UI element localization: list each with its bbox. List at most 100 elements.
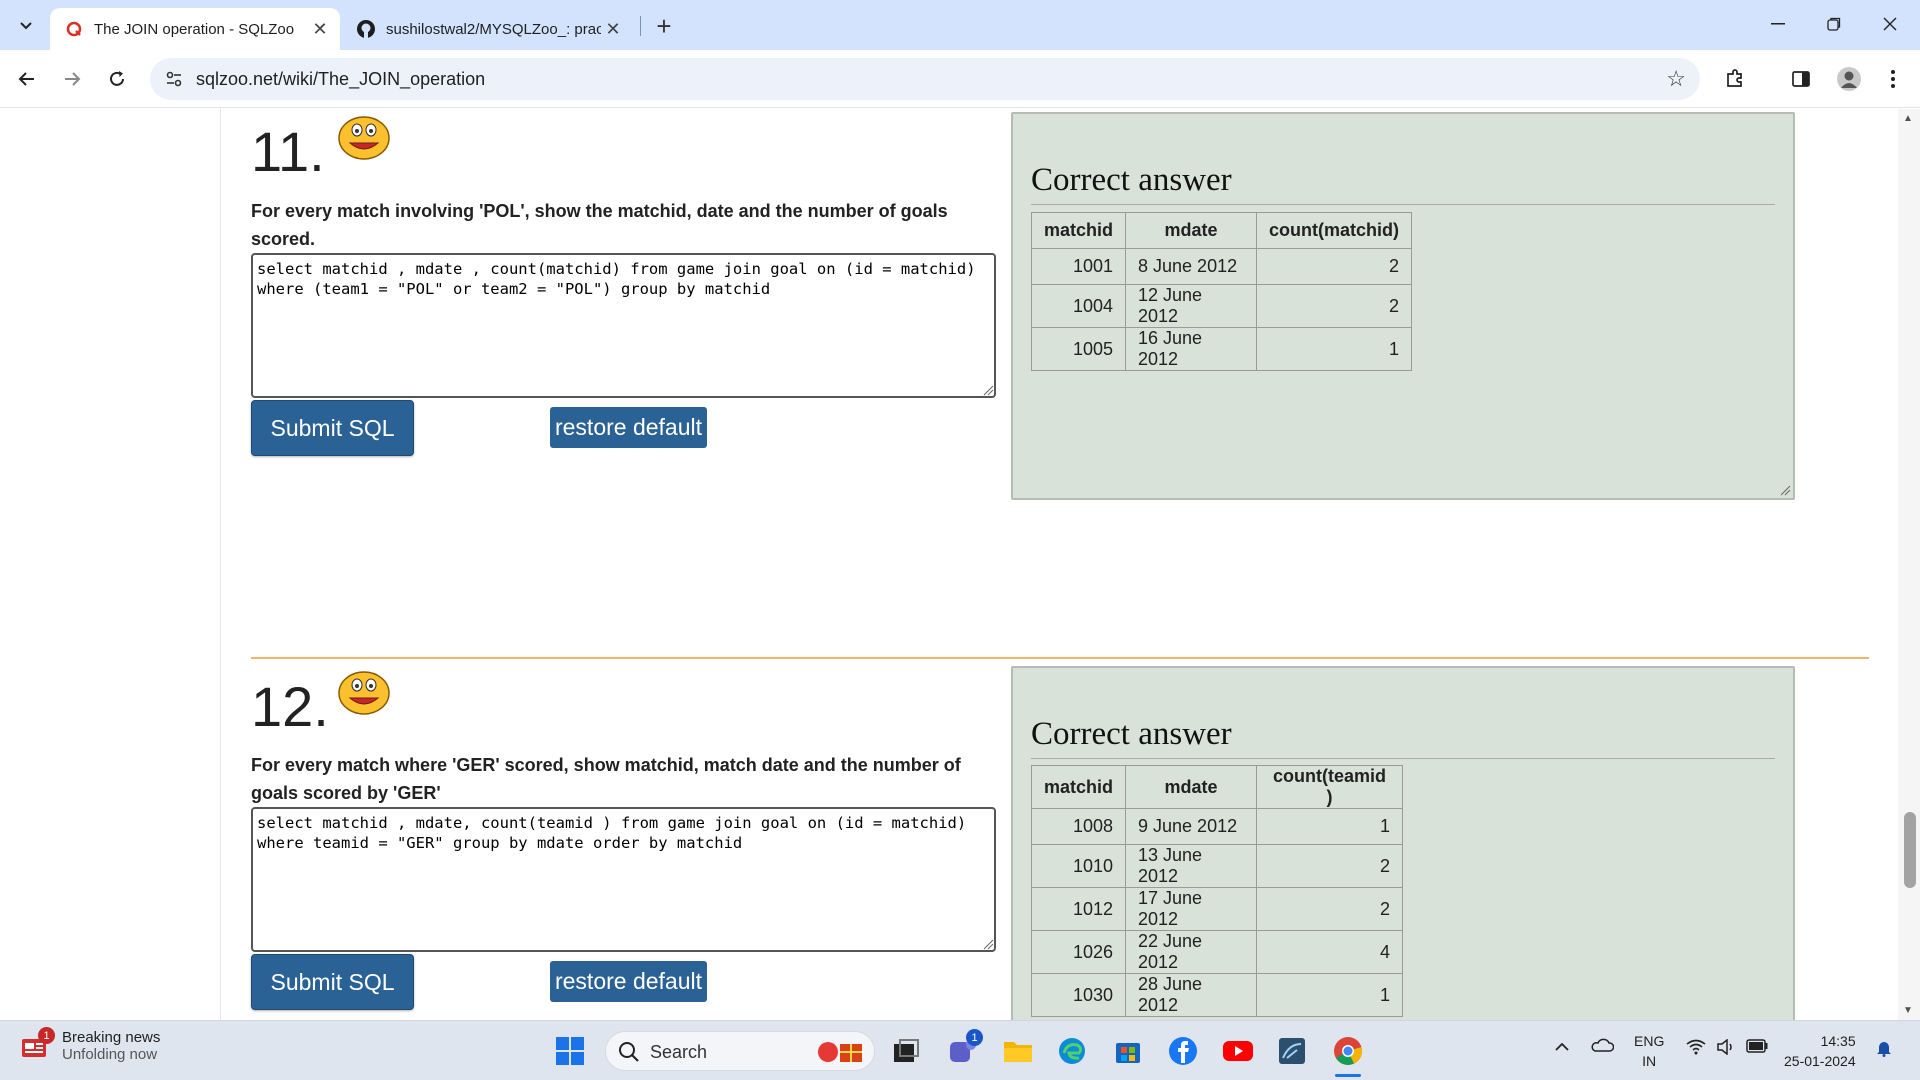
submit-sql-button[interactable]: Submit SQL	[251, 954, 414, 1010]
submit-sql-button[interactable]: Submit SQL	[251, 400, 414, 456]
table-row: 1001 8 June 2012 2	[1030, 248, 1413, 285]
bookmark-star-icon[interactable]: ☆	[1666, 66, 1686, 92]
table-cell: 1026	[1030, 930, 1127, 974]
table-row: 1010 13 June 2012 2	[1030, 844, 1404, 888]
table-cell: 9 June 2012	[1125, 808, 1258, 845]
teams-icon[interactable]: 1	[942, 1029, 983, 1071]
tab-separator	[640, 16, 641, 36]
news-icon: 1	[20, 1027, 55, 1061]
table-header-row: matchid mdate count(teamid )	[1030, 765, 1404, 809]
clock[interactable]: 14:35 25-01-2024	[1784, 1031, 1856, 1071]
column-header: matchid	[1030, 212, 1127, 249]
menu-dots-icon[interactable]	[1876, 62, 1910, 96]
table-cell: 8 June 2012	[1125, 248, 1258, 285]
table-row: 1026 22 June 2012 4	[1030, 930, 1404, 974]
window-close-icon[interactable]	[1868, 8, 1912, 40]
table-cell: 1	[1256, 808, 1404, 845]
browser-toolbar: sqlzoo.net/wiki/The_JOIN_operation ☆	[0, 50, 1920, 108]
result-table: matchid mdate count(teamid ) 1008 9 June…	[1030, 765, 1404, 1017]
tab-strip: The JOIN operation - SQLZoo ✕ sushilostw…	[0, 0, 1920, 50]
tab-title: sushilostwal2/MYSQLZoo_: prac	[386, 20, 601, 38]
result-table: matchid mdate count(matchid) 1001 8 June…	[1030, 212, 1413, 371]
table-cell: 28 June 2012	[1125, 973, 1258, 1017]
minimize-icon[interactable]	[1756, 8, 1800, 40]
tab-search-button[interactable]	[10, 9, 42, 41]
resize-grip-icon[interactable]	[982, 938, 994, 950]
windows-start-icon[interactable]	[550, 1031, 590, 1071]
table-cell: 22 June 2012	[1125, 930, 1258, 974]
table-cell: 2	[1256, 248, 1413, 285]
chrome-icon[interactable]	[1328, 1031, 1368, 1071]
section-divider	[251, 657, 1869, 659]
news-badge: 1	[38, 1027, 55, 1044]
sql-editor[interactable]: select matchid , mdate , count(matchid) …	[251, 253, 996, 398]
app-icon[interactable]	[1272, 1031, 1312, 1071]
table-cell: 1010	[1030, 844, 1127, 888]
table-header-row: matchid mdate count(matchid)	[1030, 212, 1413, 249]
table-cell: 16 June 2012	[1125, 327, 1258, 371]
question-text: For every match where 'GER' scored, show…	[251, 755, 961, 803]
wifi-icon[interactable]	[1686, 1039, 1706, 1058]
question-number: 11.	[251, 120, 325, 183]
search-highlight-icon	[818, 1042, 862, 1062]
restore-icon[interactable]	[1812, 8, 1856, 40]
table-cell: 1	[1256, 973, 1404, 1017]
language-line1: ENG	[1634, 1033, 1665, 1049]
scroll-down-icon[interactable]: ▼	[1903, 1005, 1913, 1016]
tab-github[interactable]: sushilostwal2/MYSQLZoo_: prac ✕	[342, 8, 637, 50]
restore-default-button[interactable]: restore default	[550, 961, 707, 1002]
answer-divider	[1031, 204, 1775, 205]
table-cell: 2	[1256, 844, 1404, 888]
notification-bell-icon[interactable]	[1876, 1039, 1892, 1060]
table-cell: 2	[1256, 887, 1404, 931]
sidebar-border	[220, 109, 221, 1020]
language-indicator[interactable]: ENG IN	[1634, 1031, 1664, 1071]
file-explorer-icon[interactable]	[998, 1031, 1038, 1071]
store-icon[interactable]	[1108, 1031, 1148, 1071]
battery-icon[interactable]	[1746, 1039, 1768, 1056]
profile-avatar[interactable]	[1832, 62, 1866, 96]
restore-default-button[interactable]: restore default	[550, 407, 707, 448]
edge-icon[interactable]	[1052, 1031, 1092, 1071]
active-app-indicator	[1335, 1074, 1361, 1077]
side-panel-icon[interactable]	[1784, 62, 1818, 96]
close-icon[interactable]: ✕	[601, 17, 625, 41]
facebook-icon[interactable]	[1163, 1031, 1203, 1071]
resize-grip-icon[interactable]	[982, 384, 994, 396]
scroll-up-icon[interactable]: ▲	[1903, 113, 1913, 124]
table-cell: 4	[1256, 930, 1404, 974]
table-row: 1004 12 June 2012 2	[1030, 284, 1413, 328]
resize-grip-icon[interactable]	[1779, 484, 1791, 496]
scrollbar-thumb[interactable]	[1904, 812, 1916, 888]
address-bar[interactable]: sqlzoo.net/wiki/The_JOIN_operation ☆	[150, 58, 1700, 100]
table-row: 1012 17 June 2012 2	[1030, 887, 1404, 931]
news-widget[interactable]: 1 Breaking news Unfolding now	[20, 1027, 161, 1063]
extensions-icon[interactable]	[1718, 62, 1752, 96]
close-icon[interactable]: ✕	[308, 17, 332, 41]
tab-sqlzoo[interactable]: The JOIN operation - SQLZoo ✕	[50, 8, 340, 50]
answer-panel: Correct answer matchid mdate count(teami…	[1011, 666, 1795, 1020]
column-header: count(teamid )	[1256, 765, 1404, 809]
site-info-icon[interactable]	[164, 69, 184, 89]
tab-search-icon	[20, 22, 32, 30]
news-title: Breaking news	[62, 1029, 161, 1046]
onedrive-icon[interactable]	[1590, 1037, 1615, 1056]
new-tab-icon[interactable]: +	[650, 11, 678, 41]
table-cell: 2	[1256, 284, 1413, 328]
volume-icon[interactable]	[1716, 1038, 1736, 1058]
table-cell: 13 June 2012	[1125, 844, 1258, 888]
smiley-icon	[338, 671, 390, 715]
table-cell: 1004	[1030, 284, 1127, 328]
taskbar-search[interactable]: Search	[605, 1031, 875, 1071]
teams-badge: 1	[966, 1029, 983, 1046]
forward-icon[interactable]	[55, 62, 89, 96]
column-header: mdate	[1125, 212, 1258, 249]
sql-editor[interactable]: select matchid , mdate, count(teamid ) f…	[251, 807, 996, 952]
answer-panel: Correct answer matchid mdate count(match…	[1011, 112, 1795, 500]
vertical-scrollbar[interactable]: ▲ ▼	[1898, 109, 1920, 1020]
reload-icon[interactable]	[100, 62, 134, 96]
youtube-icon[interactable]	[1218, 1031, 1258, 1071]
back-icon[interactable]	[10, 62, 44, 96]
task-view-icon[interactable]	[886, 1031, 926, 1071]
chevron-up-icon[interactable]	[1554, 1039, 1570, 1055]
